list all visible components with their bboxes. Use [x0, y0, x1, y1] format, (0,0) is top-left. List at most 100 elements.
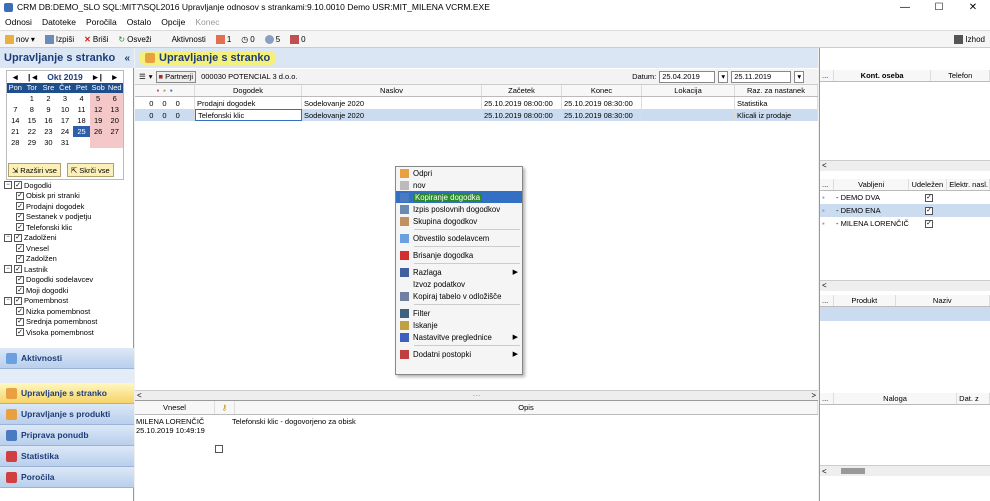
nav-priprava-ponudb[interactable]: Priprava ponudb	[0, 425, 134, 446]
collapse-all-button[interactable]: ⇱ Skrči vse	[66, 163, 114, 177]
close-button[interactable]: ✕	[956, 2, 990, 13]
invited-col-attended[interactable]: Udeležen	[909, 179, 948, 190]
menu-porocila[interactable]: Poročila	[81, 17, 122, 27]
calendar-day[interactable]: 5	[89, 93, 107, 104]
nav-statistika[interactable]: Statistika	[0, 446, 134, 467]
tree-item[interactable]: ✓ Moji dogodki	[4, 285, 132, 296]
list-icon[interactable]: ☰	[139, 72, 146, 81]
tree-checkbox[interactable]: ✓	[16, 275, 24, 284]
maximize-button[interactable]: ☐	[922, 2, 956, 13]
contacts-col-phone[interactable]: Telefon	[931, 70, 990, 81]
calendar-day[interactable]: 13	[106, 104, 123, 115]
orders-scrollbar[interactable]: <	[820, 465, 990, 476]
tree-item[interactable]: ✓ Prodajni dogodek	[4, 201, 132, 212]
context-item-dodatni-postopki[interactable]: Dodatni postopki ▶	[396, 348, 522, 360]
tree-item[interactable]: − ✓ Dogodki	[4, 180, 132, 191]
date-from-input[interactable]: 25.04.2019	[659, 70, 716, 83]
table-row[interactable]: 0 0 0 Prodajni dogodek Sodelovanje 2020 25.10…	[135, 97, 818, 109]
tree-item[interactable]: ✓ Dogodki sodelavcev	[4, 275, 132, 286]
clock-count[interactable]: ◷ 0	[236, 35, 259, 44]
context-item-iskanje[interactable]: Iskanje	[396, 319, 522, 331]
menu-konec[interactable]: Konec	[190, 17, 224, 27]
print-button[interactable]: Izpiši	[40, 34, 79, 44]
calendar-day[interactable]: 30	[40, 137, 57, 148]
minimize-button[interactable]: —	[888, 2, 922, 13]
calendar-count[interactable]: 1	[211, 34, 236, 44]
prev-month-button[interactable]: |◄	[28, 72, 39, 82]
context-item-odpri[interactable]: Odpri	[396, 167, 522, 179]
tree-checkbox[interactable]: ✓	[16, 307, 24, 316]
prev-year-button[interactable]: ◄	[11, 72, 19, 82]
contacts-col-person[interactable]: Kont. oseba	[834, 70, 932, 81]
tree-checkbox[interactable]: ✓	[16, 212, 24, 221]
tree-checkbox[interactable]: ✓	[16, 223, 24, 232]
context-item-nastavitve-preglednice[interactable]: Nastavitve preglednice ▶	[396, 331, 522, 343]
tree-item[interactable]: ✓ Vnesel	[4, 243, 132, 254]
delete-button[interactable]: ✕ Briši	[79, 35, 113, 44]
tree-expander[interactable]: −	[4, 265, 12, 274]
calendar-day[interactable]: 21	[7, 126, 24, 137]
col-dogodek[interactable]: Dogodek	[195, 85, 302, 96]
collapse-panel-button[interactable]: «	[124, 53, 130, 64]
context-item-filter[interactable]: Filter	[396, 307, 522, 319]
tree-item[interactable]: − ✓ Lastnik	[4, 264, 132, 275]
detail-col-opis[interactable]: Opis	[235, 401, 818, 414]
calendar-day[interactable]: 3	[57, 93, 74, 104]
calendar-day[interactable]: 8	[24, 104, 41, 115]
exit-button[interactable]: Izhod	[949, 34, 990, 44]
col-zacetek[interactable]: Začetek	[482, 85, 562, 96]
tree-checkbox[interactable]: ✓	[16, 202, 24, 211]
detail-col-vnesel[interactable]: Vnesel	[135, 401, 215, 414]
calendar-day[interactable]: 19	[89, 115, 107, 126]
orders-col-date[interactable]: Dat. z	[957, 393, 990, 404]
products-selected-row[interactable]	[820, 307, 990, 321]
calendar-day[interactable]: 16	[40, 115, 57, 126]
tree-expander[interactable]: −	[4, 233, 12, 242]
context-item-izpis-poslovnih-dogodkov[interactable]: Izpis poslovnih dogodkov	[396, 203, 522, 215]
contacts-col-more[interactable]: ...	[820, 70, 834, 81]
tree-item[interactable]: ✓ Visoka pomembnost	[4, 327, 132, 338]
context-item-razlaga[interactable]: Razlaga ▶	[396, 266, 522, 278]
context-item-izvoz-podatkov[interactable]: Izvoz podatkov	[396, 278, 522, 290]
date-from-dropdown[interactable]: ▾	[718, 70, 729, 83]
menu-opcije[interactable]: Opcije	[156, 17, 190, 27]
tree-checkbox[interactable]: ✓	[16, 328, 24, 337]
tree-checkbox[interactable]: ✓	[16, 286, 24, 295]
tree-checkbox[interactable]: ✓	[16, 191, 24, 200]
tree-checkbox[interactable]: ✓	[14, 296, 22, 305]
context-item-kopiranje-dogodka[interactable]: Kopiranje dogodka	[396, 191, 522, 203]
contacts-scrollbar[interactable]: <	[820, 160, 990, 171]
calendar-day[interactable]: 25	[73, 126, 90, 137]
col-raz[interactable]: Raz. za nastanek	[735, 85, 818, 96]
date-to-input[interactable]: 25.11.2019	[731, 70, 792, 83]
tree-item[interactable]: − ✓ Pomembnost	[4, 296, 132, 307]
context-item-obvestilo-sodelavcem[interactable]: Obvestilo sodelavcem	[396, 232, 522, 244]
attended-checkbox[interactable]: ✓	[925, 219, 933, 228]
calendar-day[interactable]: 28	[7, 137, 24, 148]
calendar-day[interactable]: 1	[24, 93, 41, 104]
tree-expander[interactable]: −	[4, 296, 12, 305]
invited-row[interactable]: ▪ - DEMO DVA ✓	[820, 191, 990, 204]
products-col-name[interactable]: Naziv	[896, 295, 990, 306]
tree-item[interactable]: ✓ Obisk pri stranki	[4, 191, 132, 202]
tree-item[interactable]: ✓ Telefonski klic	[4, 222, 132, 233]
invited-scrollbar[interactable]: <	[820, 280, 990, 291]
calendar-day[interactable]: 10	[57, 104, 74, 115]
orders-col-task[interactable]: Naloga	[834, 393, 958, 404]
next-year-button[interactable]: ►	[111, 72, 119, 82]
nav-upravljanje-s-stranko[interactable]: Upravljanje s stranko	[0, 383, 134, 404]
alert-count[interactable]: 0	[285, 34, 310, 44]
invited-row[interactable]: ▪ - MILENA LORENČIČ ✓	[820, 217, 990, 230]
detail-row[interactable]: MILENA LORENČIČ 25.10.2019 10:49:19 Tele…	[135, 415, 818, 435]
tree-checkbox[interactable]: ✓	[14, 181, 22, 190]
calendar-day[interactable]: 24	[57, 126, 74, 137]
calendar-day[interactable]: 23	[40, 126, 57, 137]
next-month-button[interactable]: ►|	[91, 72, 102, 82]
context-item-brisanje-dogodka[interactable]: Brisanje dogodka	[396, 249, 522, 261]
calendar-day[interactable]: 2	[40, 93, 57, 104]
invited-col-more[interactable]: ...	[820, 179, 834, 190]
tree-checkbox[interactable]: ✓	[14, 265, 22, 274]
dropdown-arrow-icon[interactable]: ▾	[149, 72, 153, 81]
tree-item[interactable]: ✓ Srednja pomembnost	[4, 317, 132, 328]
tree-item[interactable]: − ✓ Zadolženi	[4, 233, 132, 244]
